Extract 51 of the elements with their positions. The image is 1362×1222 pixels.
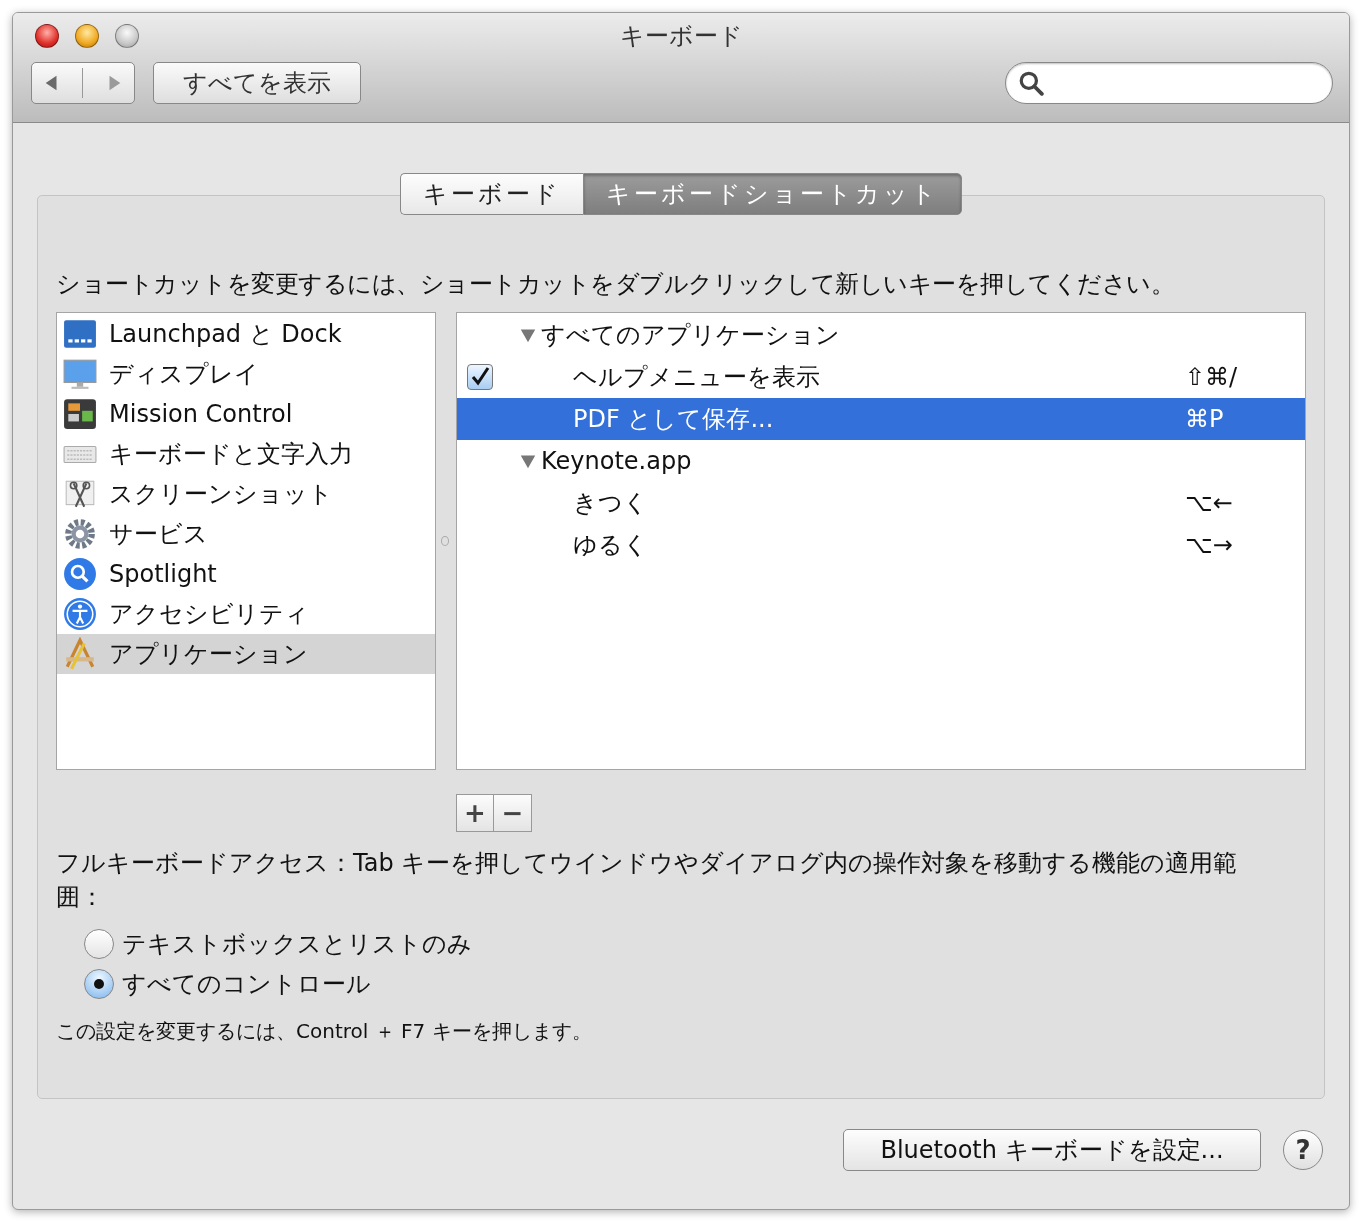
category-item[interactable]: キーボードと文字入力 <box>57 434 435 474</box>
shortcut-keys: ⌥→ <box>1185 531 1305 559</box>
back-forward-control[interactable] <box>31 62 135 104</box>
category-item[interactable]: アクセシビリティ <box>57 594 435 634</box>
shortcut-row[interactable]: ヘルプメニューを表示 ⇧⌘/ <box>457 356 1305 398</box>
shortcut-name: きつく <box>573 488 649 519</box>
shortcut-keys: ⇧⌘/ <box>1185 363 1305 391</box>
accessibility-icon <box>63 597 97 631</box>
add-button[interactable]: + <box>456 794 494 832</box>
category-item[interactable]: Spotlight <box>57 554 435 594</box>
radio-button[interactable] <box>84 969 114 999</box>
shortcut-name: PDF として保存... <box>573 404 775 435</box>
help-button[interactable]: ? <box>1283 1130 1323 1170</box>
search-field[interactable] <box>1005 62 1333 104</box>
remove-button[interactable]: − <box>494 794 532 832</box>
minimize-button[interactable] <box>75 24 99 48</box>
hint-text: この設定を変更するには、Control ＋ F7 キーを押します。 <box>56 1018 593 1045</box>
checkbox[interactable] <box>467 364 493 390</box>
category-item[interactable]: Launchpad と Dock <box>57 314 435 354</box>
category-item[interactable]: サービス <box>57 514 435 554</box>
full-keyboard-access-label: フルキーボードアクセス：Tab キーを押してウインドウやダイアログ内の操作対象を移動する機能の適用範囲： <box>56 848 1239 913</box>
shortcut-row[interactable]: PDF として保存... ⌘P <box>457 398 1305 440</box>
group-label: すべてのアプリケーション <box>541 320 840 351</box>
pencil-ruler-icon <box>63 637 97 671</box>
shortcut-keys: ⌥← <box>1185 489 1305 517</box>
display-icon <box>63 357 97 391</box>
radio-label[interactable]: テキストボックスとリストのみ <box>122 928 472 960</box>
shortcut-row[interactable]: きつく ⌥← <box>457 482 1305 524</box>
close-button[interactable] <box>35 24 59 48</box>
bluetooth-setup-button[interactable]: Bluetooth キーボードを設定... <box>843 1129 1261 1171</box>
group-label: Keynote.app <box>541 447 692 475</box>
tab[interactable]: キーボード <box>400 173 583 215</box>
show-all-button[interactable]: すべてを表示 <box>153 62 361 104</box>
dock-icon <box>63 317 97 351</box>
category-item[interactable]: アプリケーション <box>57 634 435 674</box>
search-icon <box>1018 70 1044 96</box>
zoom-button[interactable] <box>115 24 139 48</box>
shortcut-name: ゆるく <box>573 530 649 561</box>
instruction-text: ショートカットを変更するには、ショートカットをダブルクリックして新しいキーを押してください。 <box>56 269 1175 300</box>
shortcut-keys: ⌘P <box>1185 405 1305 433</box>
window-title: キーボード <box>619 21 743 52</box>
windows-icon <box>63 397 97 431</box>
search-icon <box>63 557 97 591</box>
category-item[interactable]: スクリーンショット <box>57 474 435 514</box>
radio-label[interactable]: すべてのコントロール <box>122 968 371 1000</box>
shortcut-name: ヘルプメニューを表示 <box>573 362 821 393</box>
category-item[interactable]: Mission Control <box>57 394 435 434</box>
gear-icon <box>63 517 97 551</box>
shortcut-row[interactable]: ゆるく ⌥→ <box>457 524 1305 566</box>
radio-button[interactable] <box>84 929 114 959</box>
category-item[interactable]: ディスプレイ <box>57 354 435 394</box>
